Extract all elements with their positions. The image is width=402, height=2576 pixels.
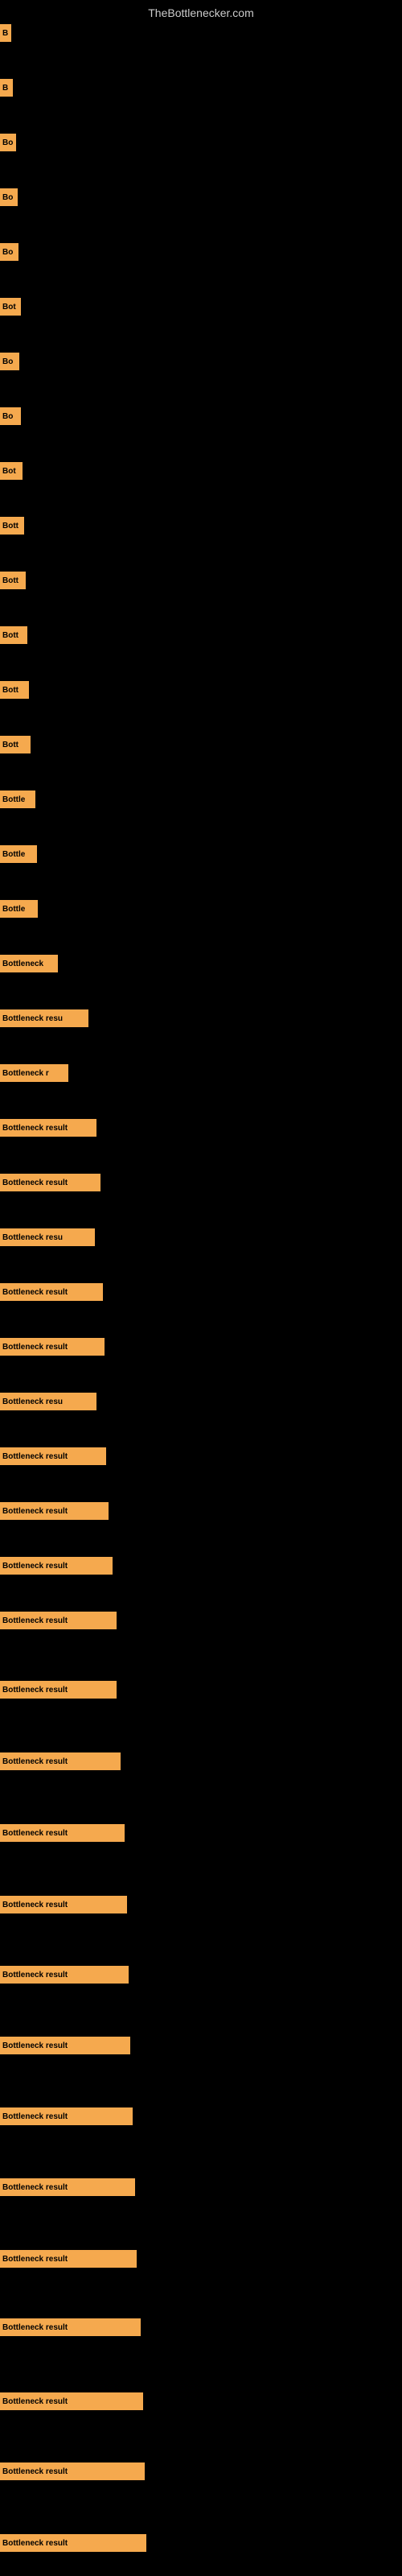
bar-label: Bottleneck resu — [0, 1228, 95, 1246]
bar-label: Bottleneck result — [0, 2107, 133, 2125]
bar-row: Bott — [0, 572, 402, 589]
bar-row: Bottleneck result — [0, 2107, 402, 2125]
bar-label: Bottleneck resu — [0, 1393, 96, 1410]
bar-label: Bottleneck result — [0, 2178, 135, 2196]
bar-label: Bott — [0, 736, 31, 753]
bar-label: Bo — [0, 243, 18, 261]
bar-row: Bottleneck result — [0, 1502, 402, 1520]
bar-row: Bott — [0, 736, 402, 753]
bar-label: Bottleneck result — [0, 1681, 117, 1699]
bar-label: Bo — [0, 134, 16, 151]
bar-row: Bottleneck result — [0, 2178, 402, 2196]
bar-row: Bot — [0, 462, 402, 480]
bar-label: Bottleneck resu — [0, 1009, 88, 1027]
bar-row: Bo — [0, 188, 402, 206]
bar-label: Bottleneck result — [0, 2462, 145, 2480]
bar-label: Bottleneck result — [0, 2037, 130, 2054]
bar-row: Bottleneck result — [0, 1966, 402, 1984]
bar-label: Bottleneck result — [0, 1119, 96, 1137]
bar-row: Bottleneck result — [0, 1119, 402, 1137]
bar-label: Bottleneck result — [0, 1502, 109, 1520]
bar-label: Bottleneck result — [0, 1966, 129, 1984]
bar-row: Bottleneck r — [0, 1064, 402, 1082]
bar-row: Bottleneck result — [0, 1612, 402, 1629]
bar-label: Bottleneck result — [0, 1752, 121, 1770]
bar-label: Bot — [0, 298, 21, 316]
bar-row: Bottleneck result — [0, 2462, 402, 2480]
bar-row: Bottleneck result — [0, 1681, 402, 1699]
bar-label: Bottleneck result — [0, 2392, 143, 2410]
bar-label: Bott — [0, 572, 26, 589]
bar-row: Bottleneck result — [0, 2392, 402, 2410]
bar-row: Bottleneck result — [0, 1557, 402, 1575]
bar-label: B — [0, 79, 13, 97]
bar-label: Bottleneck result — [0, 1557, 113, 1575]
bar-label: Bottleneck result — [0, 2250, 137, 2268]
bar-row: Bo — [0, 243, 402, 261]
bar-row: Bottleneck result — [0, 1752, 402, 1770]
bar-label: Bo — [0, 188, 18, 206]
bar-row: Bott — [0, 626, 402, 644]
bar-label: Bottleneck r — [0, 1064, 68, 1082]
bar-row: Bott — [0, 517, 402, 535]
bar-label: Bottleneck result — [0, 1612, 117, 1629]
bar-label: Bott — [0, 517, 24, 535]
bar-row: Bottleneck resu — [0, 1009, 402, 1027]
bar-row: Bo — [0, 353, 402, 370]
bar-row: Bottle — [0, 845, 402, 863]
bar-row: Bott — [0, 681, 402, 699]
bar-label: Bottleneck result — [0, 1824, 125, 1842]
bar-label: Bottle — [0, 791, 35, 808]
bar-label: B — [0, 24, 11, 42]
bar-label: Bott — [0, 681, 29, 699]
bar-row: Bottleneck result — [0, 2250, 402, 2268]
bar-label: Bottle — [0, 900, 38, 918]
bar-label: Bot — [0, 462, 23, 480]
bar-label: Bott — [0, 626, 27, 644]
bar-label: Bottleneck — [0, 955, 58, 972]
bar-row: Bottleneck result — [0, 2037, 402, 2054]
bar-row: Bottleneck result — [0, 1283, 402, 1301]
bar-row: Bottleneck resu — [0, 1393, 402, 1410]
bar-label: Bottleneck result — [0, 2318, 141, 2336]
bar-label: Bottleneck result — [0, 1338, 105, 1356]
bar-label: Bo — [0, 407, 21, 425]
bar-row: Bot — [0, 298, 402, 316]
bar-row: Bottleneck result — [0, 2534, 402, 2552]
bar-row: Bo — [0, 407, 402, 425]
bar-row: Bottleneck result — [0, 1896, 402, 1913]
bar-row: Bo — [0, 134, 402, 151]
bar-label: Bottle — [0, 845, 37, 863]
bar-label: Bottleneck result — [0, 1447, 106, 1465]
bar-label: Bottleneck result — [0, 1283, 103, 1301]
bar-row: Bottleneck result — [0, 1824, 402, 1842]
bar-label: Bottleneck result — [0, 1896, 127, 1913]
bar-row: Bottleneck result — [0, 1338, 402, 1356]
bar-row: Bottleneck result — [0, 1174, 402, 1191]
bar-row: Bottleneck resu — [0, 1228, 402, 1246]
site-title: TheBottlenecker.com — [0, 0, 402, 23]
bar-row: B — [0, 24, 402, 42]
bar-label: Bottleneck result — [0, 1174, 100, 1191]
bar-row: Bottleneck result — [0, 2318, 402, 2336]
bar-row: Bottleneck result — [0, 1447, 402, 1465]
bar-row: Bottle — [0, 791, 402, 808]
bar-row: B — [0, 79, 402, 97]
bar-row: Bottle — [0, 900, 402, 918]
bar-row: Bottleneck — [0, 955, 402, 972]
bar-label: Bo — [0, 353, 19, 370]
bar-label: Bottleneck result — [0, 2534, 146, 2552]
